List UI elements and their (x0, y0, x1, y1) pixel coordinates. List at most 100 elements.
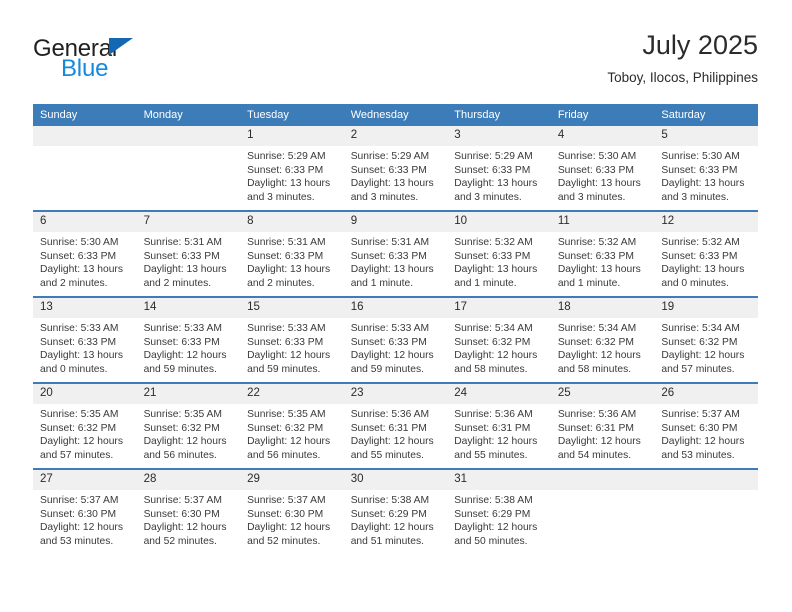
daylight-text-line2: and 1 minute. (454, 277, 517, 289)
daylight-text-line2: and 3 minutes. (661, 191, 729, 203)
day-number: 19 (654, 298, 758, 318)
day-cell[interactable]: 16 Sunrise: 5:33 AM Sunset: 6:33 PM Dayl… (343, 296, 448, 383)
daylight-text-line2: and 53 minutes. (40, 535, 114, 547)
sunset-text: Sunset: 6:32 PM (143, 422, 220, 434)
daylight-text-line2: and 50 minutes. (454, 535, 528, 547)
daylight-text-line2: and 2 minutes. (40, 277, 108, 289)
sunrise-text: Sunrise: 5:37 AM (143, 495, 222, 506)
day-cell[interactable] (654, 468, 758, 554)
sunrise-text: Sunrise: 5:37 AM (661, 409, 740, 420)
day-cell[interactable]: 8 Sunrise: 5:31 AM Sunset: 6:33 PM Dayli… (240, 210, 344, 297)
day-cell[interactable]: 5 Sunrise: 5:30 AM Sunset: 6:33 PM Dayli… (654, 126, 758, 211)
day-cell[interactable]: 18 Sunrise: 5:34 AM Sunset: 6:32 PM Dayl… (550, 296, 655, 383)
sunrise-text: Sunrise: 5:33 AM (350, 323, 430, 334)
day-cell[interactable]: 17 Sunrise: 5:34 AM Sunset: 6:32 PM Dayl… (447, 296, 551, 383)
sunrise-text: Sunrise: 5:37 AM (40, 495, 119, 506)
day-details: Sunrise: 5:31 AM Sunset: 6:33 PM Dayligh… (240, 232, 344, 290)
day-number: 2 (343, 126, 448, 146)
calendar-week-row: 6 Sunrise: 5:30 AM Sunset: 6:33 PM Dayli… (33, 210, 758, 297)
day-details: Sunrise: 5:33 AM Sunset: 6:33 PM Dayligh… (240, 318, 344, 376)
day-cell[interactable] (136, 126, 241, 211)
sunset-text: Sunset: 6:33 PM (40, 250, 117, 262)
day-cell[interactable]: 15 Sunrise: 5:33 AM Sunset: 6:33 PM Dayl… (240, 296, 344, 383)
calendar-page: General Blue July 2025 Toboy, Ilocos, Ph… (0, 0, 792, 612)
day-cell[interactable]: 10 Sunrise: 5:32 AM Sunset: 6:33 PM Dayl… (447, 210, 551, 297)
logo-triangle-icon (109, 38, 133, 55)
sunrise-text: Sunrise: 5:33 AM (143, 323, 222, 334)
day-number: 25 (550, 384, 655, 404)
day-cell[interactable] (33, 126, 137, 211)
sunrise-text: Sunrise: 5:31 AM (247, 237, 326, 248)
day-details: Sunrise: 5:36 AM Sunset: 6:31 PM Dayligh… (344, 404, 448, 462)
daylight-text-line2: and 58 minutes. (557, 363, 632, 375)
day-cell[interactable]: 19 Sunrise: 5:34 AM Sunset: 6:32 PM Dayl… (654, 296, 758, 383)
day-cell[interactable]: 11 Sunrise: 5:32 AM Sunset: 6:33 PM Dayl… (550, 210, 655, 297)
day-cell[interactable]: 31 Sunrise: 5:38 AM Sunset: 6:29 PM Dayl… (447, 468, 551, 554)
sunset-text: Sunset: 6:33 PM (40, 336, 117, 348)
logo-text-blue: Blue (61, 55, 109, 82)
sunset-text: Sunset: 6:33 PM (143, 250, 220, 262)
day-cell[interactable] (550, 468, 655, 554)
day-cell[interactable]: 23 Sunrise: 5:36 AM Sunset: 6:31 PM Dayl… (343, 382, 448, 469)
daylight-text-line1: Daylight: 13 hours (143, 264, 227, 276)
day-number (136, 126, 241, 146)
daylight-text-line1: Daylight: 12 hours (143, 522, 227, 534)
weekday-header-friday: Friday (550, 104, 655, 126)
day-cell[interactable]: 6 Sunrise: 5:30 AM Sunset: 6:33 PM Dayli… (33, 210, 137, 297)
sunrise-text: Sunrise: 5:38 AM (454, 495, 533, 506)
daylight-text-line1: Daylight: 13 hours (247, 264, 331, 276)
day-cell[interactable]: 12 Sunrise: 5:32 AM Sunset: 6:33 PM Dayl… (654, 210, 758, 297)
day-cell[interactable]: 1 Sunrise: 5:29 AM Sunset: 6:33 PM Dayli… (240, 126, 344, 211)
sunset-text: Sunset: 6:33 PM (143, 336, 220, 348)
daylight-text-line1: Daylight: 12 hours (350, 522, 434, 534)
day-cell[interactable]: 9 Sunrise: 5:31 AM Sunset: 6:33 PM Dayli… (343, 210, 448, 297)
day-details: Sunrise: 5:32 AM Sunset: 6:33 PM Dayligh… (551, 232, 655, 290)
day-number: 12 (654, 212, 758, 232)
day-cell[interactable]: 4 Sunrise: 5:30 AM Sunset: 6:33 PM Dayli… (550, 126, 655, 211)
sunset-text: Sunset: 6:33 PM (247, 250, 324, 262)
day-cell[interactable]: 3 Sunrise: 5:29 AM Sunset: 6:33 PM Dayli… (447, 126, 551, 211)
daylight-text-line1: Daylight: 13 hours (454, 178, 538, 190)
day-cell[interactable]: 2 Sunrise: 5:29 AM Sunset: 6:33 PM Dayli… (343, 126, 448, 211)
sunrise-text: Sunrise: 5:34 AM (557, 323, 637, 334)
day-cell[interactable]: 20 Sunrise: 5:35 AM Sunset: 6:32 PM Dayl… (33, 382, 137, 469)
day-cell[interactable]: 27 Sunrise: 5:37 AM Sunset: 6:30 PM Dayl… (33, 468, 137, 554)
sunset-text: Sunset: 6:33 PM (557, 164, 634, 176)
sunrise-text: Sunrise: 5:36 AM (557, 409, 637, 420)
day-number (550, 470, 655, 490)
daylight-text-line1: Daylight: 12 hours (143, 350, 227, 362)
day-cell[interactable]: 29 Sunrise: 5:37 AM Sunset: 6:30 PM Dayl… (240, 468, 344, 554)
sunset-text: Sunset: 6:33 PM (247, 164, 324, 176)
sunset-text: Sunset: 6:29 PM (454, 508, 531, 520)
weekday-header-thursday: Thursday (447, 104, 551, 126)
day-cell[interactable]: 30 Sunrise: 5:38 AM Sunset: 6:29 PM Dayl… (343, 468, 448, 554)
daylight-text-line1: Daylight: 12 hours (557, 350, 641, 362)
day-cell[interactable]: 21 Sunrise: 5:35 AM Sunset: 6:32 PM Dayl… (136, 382, 241, 469)
daylight-text-line2: and 59 minutes. (350, 363, 424, 375)
day-cell[interactable]: 25 Sunrise: 5:36 AM Sunset: 6:31 PM Dayl… (550, 382, 655, 469)
day-cell[interactable]: 24 Sunrise: 5:36 AM Sunset: 6:31 PM Dayl… (447, 382, 551, 469)
day-details: Sunrise: 5:38 AM Sunset: 6:29 PM Dayligh… (447, 490, 551, 548)
day-cell[interactable]: 7 Sunrise: 5:31 AM Sunset: 6:33 PM Dayli… (136, 210, 241, 297)
day-cell[interactable]: 14 Sunrise: 5:33 AM Sunset: 6:33 PM Dayl… (136, 296, 241, 383)
page-title: July 2025 (642, 30, 758, 60)
generalblue-logo: General Blue (33, 36, 263, 90)
sunset-text: Sunset: 6:32 PM (40, 422, 117, 434)
sunrise-text: Sunrise: 5:34 AM (661, 323, 740, 334)
sunset-text: Sunset: 6:32 PM (247, 422, 324, 434)
day-number: 15 (240, 298, 344, 318)
day-cell[interactable]: 28 Sunrise: 5:37 AM Sunset: 6:30 PM Dayl… (136, 468, 241, 554)
day-cell[interactable]: 22 Sunrise: 5:35 AM Sunset: 6:32 PM Dayl… (240, 382, 344, 469)
day-cell[interactable]: 13 Sunrise: 5:33 AM Sunset: 6:33 PM Dayl… (33, 296, 137, 383)
daylight-text-line2: and 0 minutes. (40, 363, 108, 375)
day-details: Sunrise: 5:32 AM Sunset: 6:33 PM Dayligh… (654, 232, 758, 290)
daylight-text-line2: and 52 minutes. (143, 535, 217, 547)
daylight-text-line2: and 58 minutes. (454, 363, 528, 375)
day-details (137, 146, 241, 150)
sunset-text: Sunset: 6:33 PM (350, 336, 427, 348)
sunset-text: Sunset: 6:30 PM (661, 422, 738, 434)
day-cell[interactable]: 26 Sunrise: 5:37 AM Sunset: 6:30 PM Dayl… (654, 382, 758, 469)
sunrise-text: Sunrise: 5:32 AM (454, 237, 533, 248)
sunset-text: Sunset: 6:30 PM (247, 508, 324, 520)
sunset-text: Sunset: 6:33 PM (350, 164, 427, 176)
